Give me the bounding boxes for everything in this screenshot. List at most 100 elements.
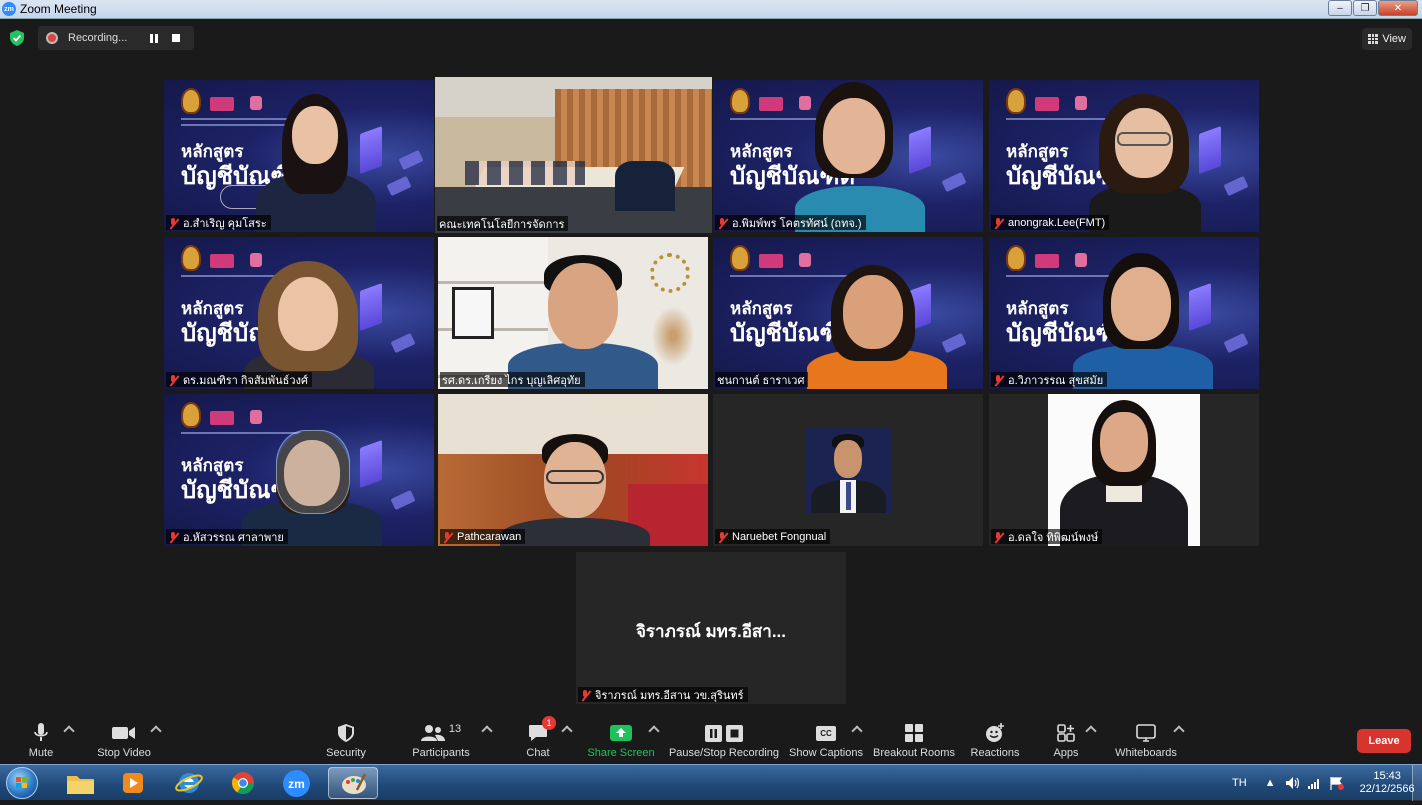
video-tile[interactable]: Pathcarawan bbox=[438, 394, 708, 546]
participant-video bbox=[508, 255, 658, 389]
video-tile[interactable]: หลักสูตร บัญชีบัณฑิต anongrak.Lee(FMT) bbox=[989, 80, 1259, 232]
chrome-icon[interactable] bbox=[218, 767, 268, 799]
pause-stop-recording-button[interactable]: Pause/Stop Recording bbox=[669, 718, 779, 764]
recording-label: Recording... bbox=[68, 32, 128, 44]
window-titlebar: zm Zoom Meeting – ❐ ✕ bbox=[0, 0, 1422, 19]
leave-button[interactable]: Leave bbox=[1357, 729, 1411, 753]
microphone-icon bbox=[34, 723, 48, 741]
chat-options-caret[interactable] bbox=[561, 725, 573, 737]
video-tile[interactable]: หลักสูตร บัญชีบัณฑิต อ.พิมพ์พร โคตรทัศน์… bbox=[713, 80, 983, 232]
participants-button[interactable]: 13 Participants bbox=[410, 718, 472, 764]
participant-video bbox=[807, 265, 947, 389]
pause-icon bbox=[705, 724, 722, 742]
volume-icon[interactable] bbox=[1285, 777, 1300, 789]
muted-mic-icon bbox=[168, 374, 178, 386]
internet-explorer-icon[interactable] bbox=[164, 767, 214, 799]
zoom-taskbar-icon[interactable]: zm bbox=[272, 767, 322, 799]
muted-mic-icon bbox=[717, 217, 727, 229]
breakout-rooms-icon bbox=[905, 724, 923, 742]
muted-mic-icon bbox=[168, 531, 178, 543]
clock[interactable]: 15:43 22/12/2566 bbox=[1360, 770, 1415, 796]
video-tile[interactable]: หลักสูตร บัญชีบัณฑิต ดร.มณฑิรา กิจสัมพัน… bbox=[164, 237, 434, 389]
video-tile[interactable]: หลักสูตร บัญชีบัณฑิต ชนกานต์ ธาราเวศ bbox=[713, 237, 983, 389]
audio-options-caret[interactable] bbox=[63, 725, 75, 737]
participant-video bbox=[1085, 94, 1205, 232]
recording-dot-icon bbox=[46, 32, 58, 44]
file-explorer-icon[interactable] bbox=[56, 767, 106, 799]
profile-picture bbox=[1048, 394, 1200, 546]
windows-taskbar: zm TH ▲ 15:43 22/12/2566 bbox=[0, 764, 1422, 801]
video-tile[interactable]: อ.ดลใจ ทิพิฒน์พงษ์ bbox=[989, 394, 1259, 546]
action-center-flag-icon[interactable] bbox=[1329, 776, 1344, 790]
stop-recording-icon[interactable] bbox=[172, 34, 180, 42]
participant-video bbox=[1073, 253, 1213, 389]
stop-video-button[interactable]: Stop Video bbox=[95, 718, 153, 764]
participant-name-tag: อ.วิภาวรรณ สุขสมัย bbox=[991, 372, 1108, 387]
participant-name-tag: Naruebet Fongnual bbox=[715, 529, 831, 544]
muted-mic-icon bbox=[168, 217, 178, 229]
view-label: View bbox=[1382, 33, 1406, 45]
muted-mic-icon bbox=[993, 531, 1003, 543]
network-icon[interactable] bbox=[1307, 777, 1322, 789]
participant-video bbox=[244, 257, 374, 389]
view-button[interactable]: View bbox=[1362, 28, 1412, 50]
participants-icon bbox=[420, 725, 445, 741]
participant-name-tag: อ.สำเริญ คุมโสระ bbox=[166, 215, 271, 230]
muted-mic-icon bbox=[442, 531, 452, 543]
participant-name-tag: อ.พิมพ์พร โคตรทัศน์ (ถทจ.) bbox=[715, 215, 866, 230]
video-tile[interactable]: หลักสูตร บัญชีบัณฑิต อ.วิภาวรรณ สุขสมัย bbox=[989, 237, 1259, 389]
share-screen-icon bbox=[610, 725, 632, 741]
participant-name-tag: จิราภรณ์ มทร.อีสาน วข.สุรินทร์ bbox=[578, 687, 748, 702]
meeting-toolbar: Mute Stop Video Security 13 Participants… bbox=[0, 716, 1422, 764]
minimize-button[interactable]: – bbox=[1328, 0, 1352, 16]
chat-unread-badge: 1 bbox=[542, 716, 556, 730]
muted-mic-icon bbox=[993, 217, 1003, 229]
maximize-button[interactable]: ❐ bbox=[1353, 0, 1377, 16]
video-tile[interactable]: หลักสูตร บัญชีบัณฑิต อ.หัสวรรณ ศาลาพาย bbox=[164, 394, 434, 546]
video-tile[interactable]: Naruebet Fongnual bbox=[713, 394, 983, 546]
reactions-smiley-icon bbox=[986, 723, 1004, 742]
participant-video bbox=[795, 82, 925, 232]
video-tile[interactable]: หลักสูตร บัญชีบัณฑิต อ.สำเริญ คุมโสระ bbox=[164, 80, 434, 232]
muted-mic-icon bbox=[993, 374, 1003, 386]
security-shield-icon bbox=[338, 724, 354, 742]
apps-options-caret[interactable] bbox=[1085, 725, 1097, 737]
participant-name-tag: รศ.ดร.เกรียง ไกร บุญเลิศอุทัย bbox=[440, 372, 585, 387]
paint-app-icon[interactable] bbox=[328, 767, 378, 799]
participant-name-tag: anongrak.Lee(FMT) bbox=[991, 215, 1110, 230]
whiteboards-button[interactable]: Whiteboards bbox=[1114, 718, 1178, 764]
show-desktop-button[interactable] bbox=[1412, 765, 1422, 801]
mute-button[interactable]: Mute bbox=[22, 718, 60, 764]
muted-mic-icon bbox=[717, 531, 727, 543]
share-screen-button[interactable]: Share Screen bbox=[587, 718, 655, 764]
video-camera-icon bbox=[112, 727, 135, 739]
grid-view-icon bbox=[1368, 34, 1379, 44]
recording-indicator: Recording... bbox=[38, 26, 194, 50]
chat-button[interactable]: 1 Chat bbox=[524, 716, 556, 764]
start-button-icon[interactable] bbox=[6, 767, 38, 799]
participants-options-caret[interactable] bbox=[481, 725, 493, 737]
pause-recording-icon[interactable] bbox=[150, 33, 158, 43]
participant-name-tag: อ.หัสวรรณ ศาลาพาย bbox=[166, 529, 288, 544]
video-tile[interactable]: รศ.ดร.เกรียง ไกร บุญเลิศอุทัย bbox=[438, 237, 708, 389]
close-button[interactable]: ✕ bbox=[1378, 0, 1418, 16]
participant-name-tag: ชนกานต์ ธาราเวศ bbox=[715, 372, 809, 387]
whiteboard-icon bbox=[1136, 724, 1156, 742]
breakout-rooms-button[interactable]: Breakout Rooms bbox=[873, 718, 955, 764]
participant-name-tag: คณะเทคโนโลยีการจัดการ bbox=[437, 216, 569, 231]
participant-name-tag: Pathcarawan bbox=[440, 529, 526, 544]
security-button[interactable]: Security bbox=[324, 718, 368, 764]
participant-video bbox=[256, 92, 376, 232]
video-tile[interactable]: คณะเทคโนโลยีการจัดการ bbox=[435, 77, 712, 233]
language-indicator[interactable]: TH bbox=[1232, 777, 1247, 789]
encryption-shield-icon[interactable] bbox=[10, 30, 24, 46]
participant-display-name: จิราภรณ์ มทร.อีสา... bbox=[635, 622, 787, 641]
show-hidden-icons-icon[interactable]: ▲ bbox=[1265, 777, 1276, 789]
clock-date: 22/12/2566 bbox=[1359, 783, 1415, 795]
show-captions-button[interactable]: CC Show Captions bbox=[789, 718, 863, 764]
video-tile[interactable]: จิราภรณ์ มทร.อีสา... จิราภรณ์ มทร.อีสาน … bbox=[576, 552, 846, 704]
reactions-button[interactable]: Reactions bbox=[970, 718, 1020, 764]
media-player-icon[interactable] bbox=[108, 767, 158, 799]
muted-mic-icon bbox=[580, 689, 590, 701]
apps-button[interactable]: Apps bbox=[1052, 718, 1080, 764]
